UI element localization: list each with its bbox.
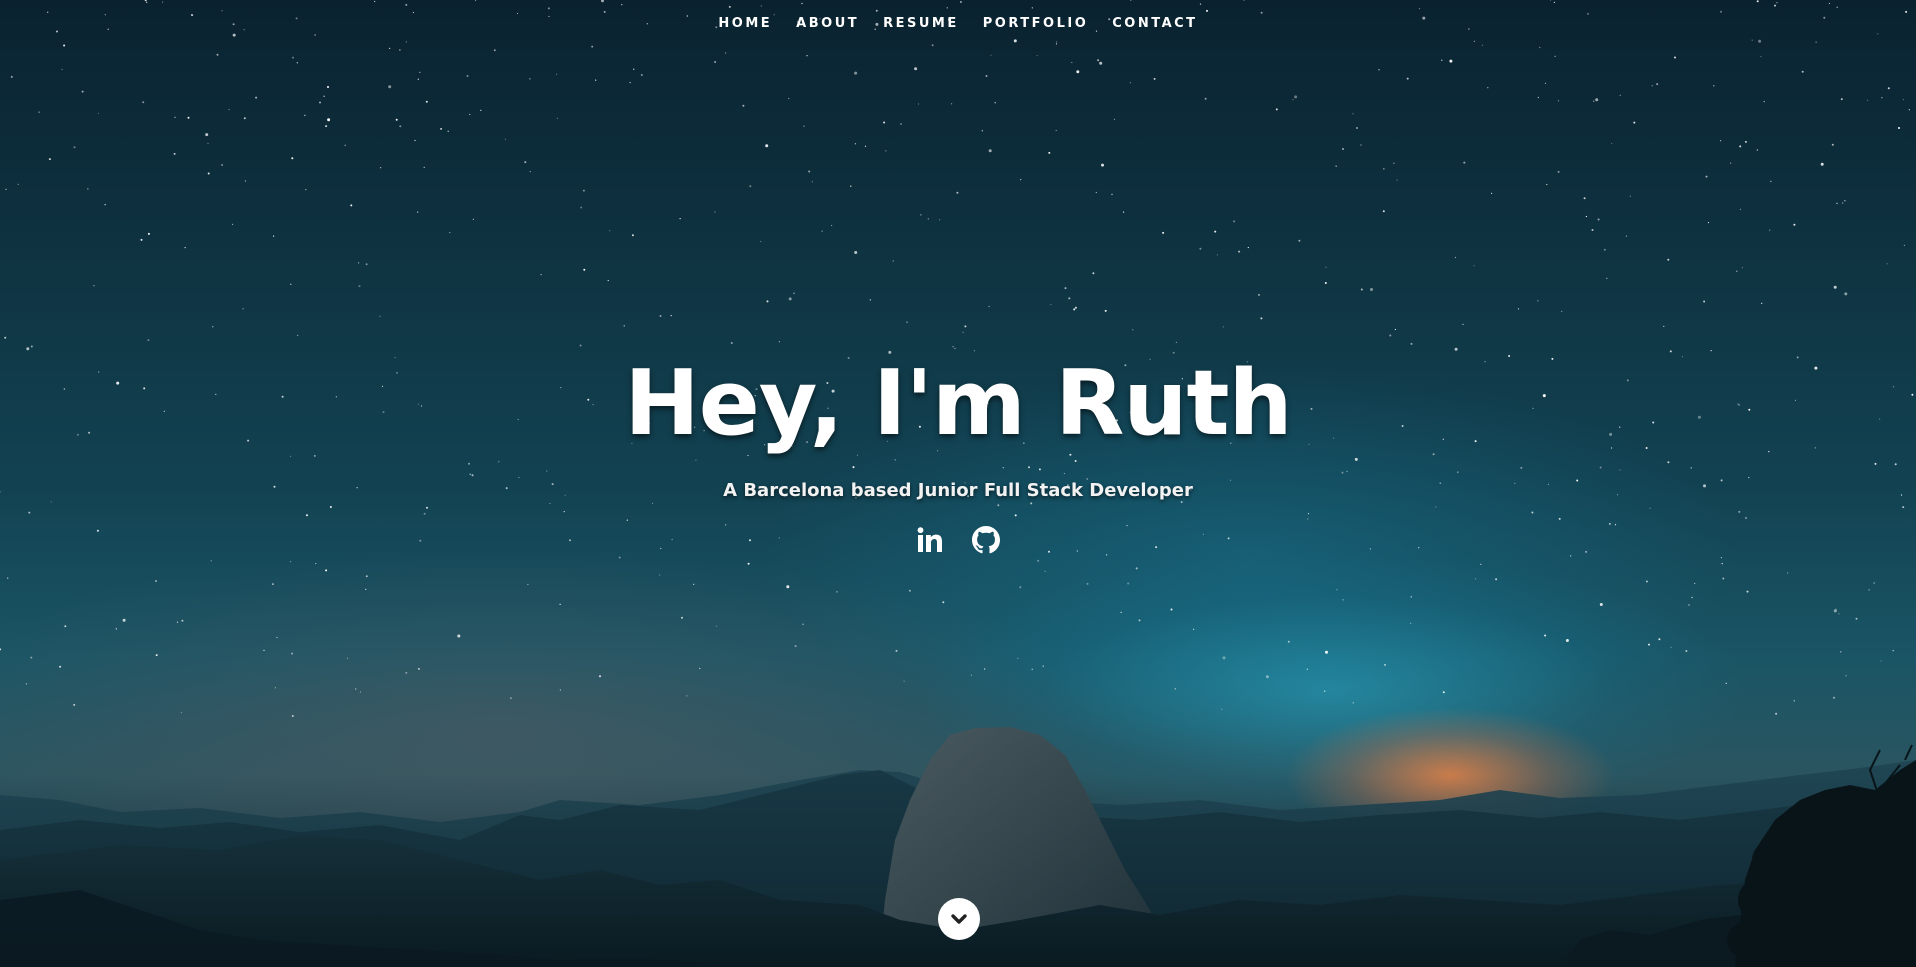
- chevron-down-icon: [951, 914, 967, 924]
- linkedin-link[interactable]: [915, 525, 945, 555]
- social-links: [0, 525, 1916, 555]
- linkedin-icon: [917, 527, 942, 552]
- page-title: Hey, I'm Ruth: [624, 351, 1292, 456]
- nav-item-resume[interactable]: RESUME: [883, 16, 959, 31]
- github-icon: [972, 526, 1000, 554]
- nav-item-contact[interactable]: CONTACT: [1112, 16, 1197, 31]
- hero-section: HOME ABOUT RESUME PORTFOLIO CONTACT Hey,…: [0, 0, 1916, 967]
- nav-item-about[interactable]: ABOUT: [796, 16, 859, 31]
- page-subtitle: A Barcelona based Junior Full Stack Deve…: [723, 480, 1193, 501]
- nav-item-portfolio[interactable]: PORTFOLIO: [983, 16, 1088, 31]
- main-nav: HOME ABOUT RESUME PORTFOLIO CONTACT: [0, 0, 1916, 46]
- banner: Hey, I'm Ruth A Barcelona based Junior F…: [0, 352, 1916, 555]
- nav-item-home[interactable]: HOME: [718, 16, 772, 31]
- scroll-down-button[interactable]: [938, 898, 980, 940]
- github-link[interactable]: [971, 525, 1001, 555]
